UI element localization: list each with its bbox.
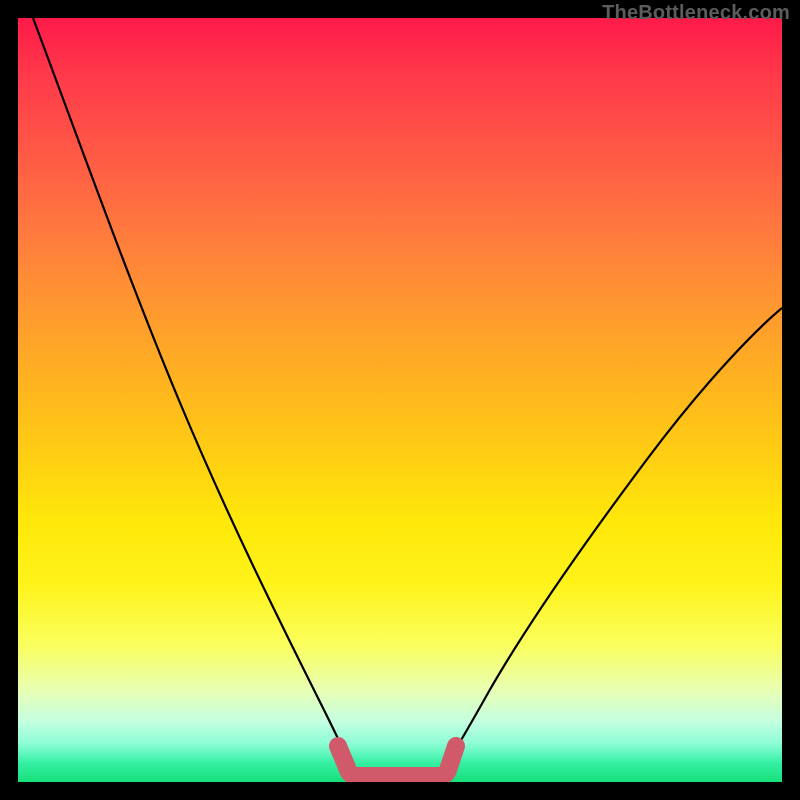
left-curve [33, 18, 350, 770]
right-curve [444, 308, 782, 770]
bottom-highlight [338, 746, 456, 776]
chart-frame: TheBottleneck.com [0, 0, 800, 800]
curve-overlay [18, 18, 782, 782]
watermark-text: TheBottleneck.com [602, 2, 790, 25]
plot-area [18, 18, 782, 782]
